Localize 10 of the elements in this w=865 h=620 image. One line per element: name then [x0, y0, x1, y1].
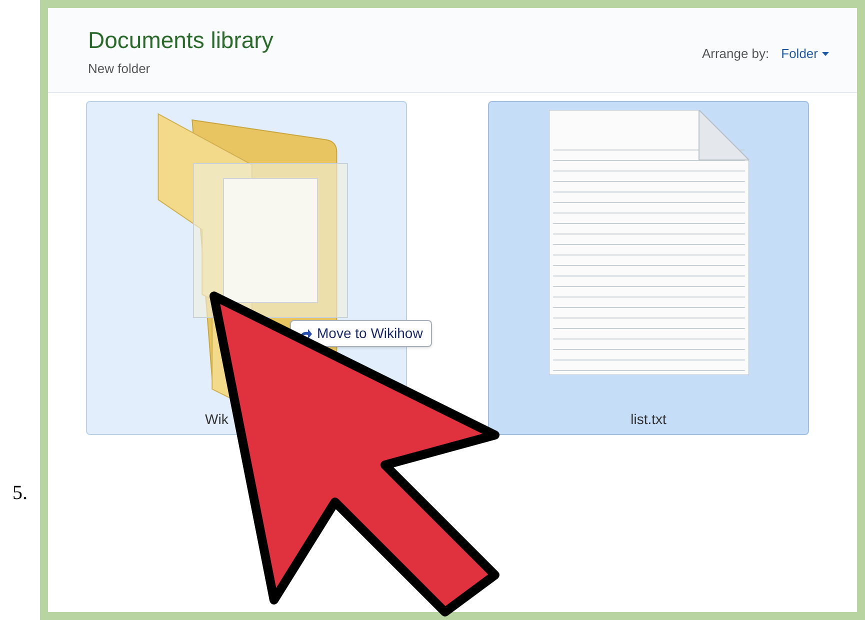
step-number: 5.: [12, 481, 28, 506]
arrange-label: Arrange by:: [702, 45, 770, 63]
file-name: list.txt: [630, 410, 666, 430]
file-tile[interactable]: list.txt: [488, 101, 809, 436]
text-file-icon: [548, 110, 748, 376]
library-subtitle: New folder: [88, 60, 152, 78]
arrange-dropdown[interactable]: Folder: [781, 44, 829, 64]
caret-icon: [822, 52, 829, 56]
library-title: Documents library: [88, 26, 274, 55]
file-name: Wik: [205, 410, 228, 430]
